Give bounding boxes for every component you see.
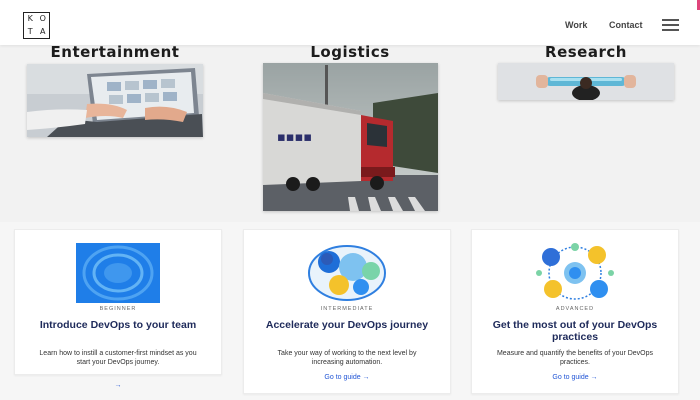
card-title: Accelerate your DevOps journey — [265, 319, 429, 331]
level-label: INTERMEDIATE — [320, 306, 374, 312]
level-label: BEGINNER — [99, 306, 137, 312]
svg-text:▪▪▪▪: ▪▪▪▪ — [277, 130, 312, 145]
card-title: Introduce DevOps to your team — [39, 319, 197, 331]
level-label: ADVANCED — [555, 306, 595, 312]
guide-card-advanced[interactable]: ADVANCED Get the most out of your DevOps… — [471, 229, 679, 394]
category-title-logistics: Logistics — [310, 43, 390, 61]
logo-letter: O — [39, 14, 46, 23]
blue-ripple-illustration — [76, 243, 160, 303]
network-circles-illustration — [533, 243, 617, 303]
guide-card-beginner[interactable]: BEGINNER Introduce DevOps to your team L… — [14, 229, 222, 389]
research-image[interactable] — [498, 63, 674, 100]
entertainment-image[interactable] — [27, 64, 203, 137]
site-header: K O T A Work Contact — [0, 0, 700, 45]
category-title-research: Research — [545, 43, 627, 61]
logistics-image[interactable]: ▪▪▪▪ — [263, 63, 438, 211]
card-description: Take your way of working to the next lev… — [277, 350, 417, 366]
kota-logo[interactable]: K O T A — [23, 12, 50, 39]
nav-work-link[interactable]: Work — [565, 20, 587, 30]
nav-contact-link[interactable]: Contact — [609, 20, 643, 30]
logo-letter: A — [40, 26, 46, 36]
logo-letter: K — [27, 14, 33, 23]
go-to-guide-link[interactable]: → — [15, 382, 221, 389]
team-circles-illustration — [305, 243, 389, 303]
go-to-guide-link[interactable]: Go to guide → — [472, 374, 678, 381]
card-description: Measure and quantify the benefits of you… — [496, 350, 654, 366]
card-title: Get the most out of your DevOps practice… — [492, 319, 658, 343]
go-to-guide-link[interactable]: Go to guide → — [244, 374, 450, 381]
hamburger-menu-icon[interactable] — [662, 19, 679, 31]
card-description: Learn how to instill a customer-first mi… — [39, 350, 197, 366]
logo-letter: T — [27, 26, 33, 36]
category-title-entertainment: Entertainment — [50, 43, 180, 61]
guide-card-intermediate[interactable]: INTERMEDIATE Accelerate your DevOps jour… — [243, 229, 451, 394]
